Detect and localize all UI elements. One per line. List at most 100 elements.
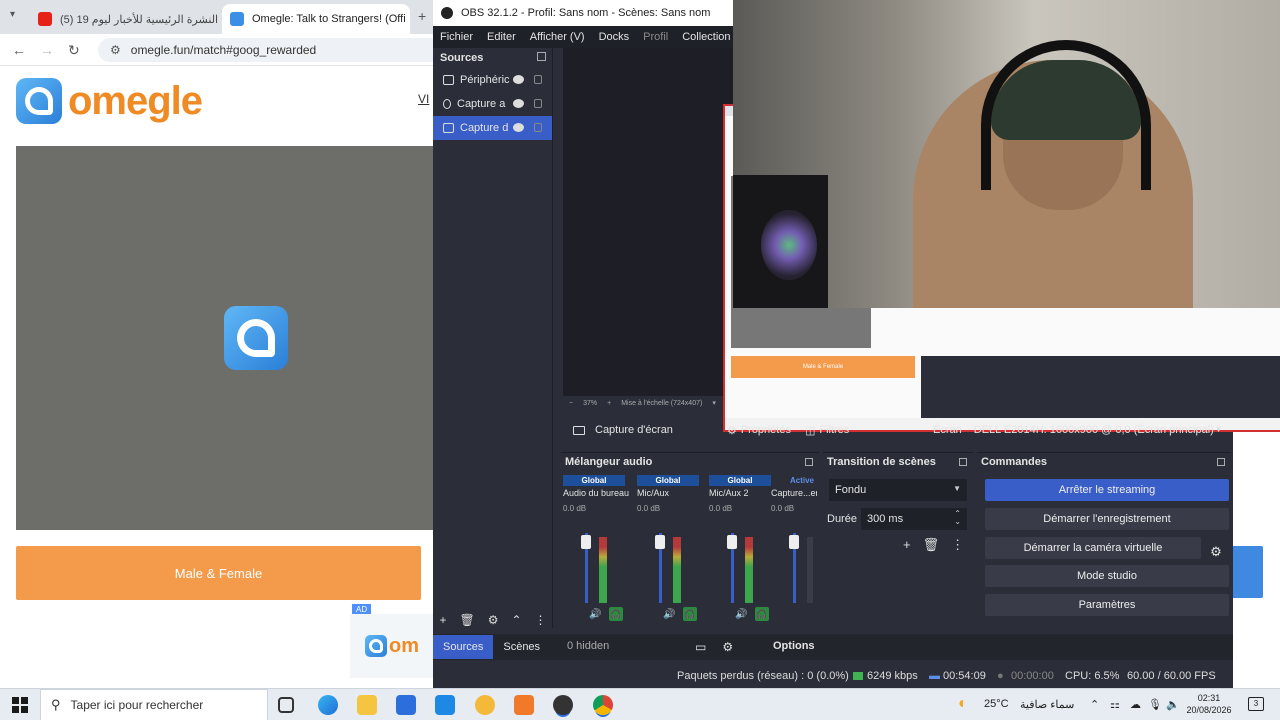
menu-editer[interactable]: Editer <box>480 31 523 43</box>
track-name[interactable]: Capture...er <box>771 488 817 498</box>
source-item-audio[interactable]: Capture a <box>433 92 552 116</box>
taskbar-search[interactable]: ⚲ Taper ici pour rechercher <box>40 689 268 720</box>
fader-knob[interactable] <box>727 535 737 549</box>
remove-transition-icon[interactable]: 🗑 <box>923 537 940 553</box>
file-explorer-icon[interactable] <box>357 695 377 715</box>
fader-knob[interactable] <box>581 535 591 549</box>
back-arrow-icon[interactable]: ← <box>12 42 26 58</box>
transition-type-select[interactable]: Fondu ▼ <box>829 479 967 501</box>
add-source-icon[interactable]: + <box>439 613 446 627</box>
tab-sources[interactable]: Sources <box>433 635 494 659</box>
source-label: Capture d <box>460 122 509 134</box>
notification-center-icon[interactable]: 3 <box>1248 697 1264 711</box>
undock-icon[interactable] <box>959 458 967 466</box>
add-transition-icon[interactable]: + <box>903 537 911 553</box>
lock-icon[interactable] <box>534 99 542 108</box>
stepper-arrows-icon[interactable]: ⌃ ⌄ <box>954 510 961 526</box>
weather-temp[interactable]: 25°C <box>984 698 1009 710</box>
move-up-icon[interactable]: ⌃ <box>511 613 521 627</box>
menu-docks[interactable]: Docks <box>592 31 637 43</box>
browser-tab-news[interactable]: (5) النشرة الرئيسية للأخبار ليوم 19 ✕ <box>30 4 218 34</box>
mixer-layout-icon[interactable]: ▭ <box>695 640 706 654</box>
cloud-icon[interactable]: ☁ <box>1130 698 1141 711</box>
headphones-icon[interactable]: 🎧 <box>683 607 697 621</box>
app-yellow-icon[interactable] <box>475 695 495 715</box>
tab-scenes[interactable]: Scènes <box>493 635 550 659</box>
edge-icon[interactable] <box>318 695 338 715</box>
windows-start-icon[interactable] <box>12 697 28 713</box>
start-virtual-camera-button[interactable]: Démarrer la caméra virtuelle <box>985 537 1201 559</box>
menu-profil[interactable]: Profil <box>636 31 675 43</box>
windows-taskbar: ⚲ Taper ici pour rechercher ◐ 25°C سماء … <box>0 688 1280 720</box>
level-meter <box>807 537 813 603</box>
headphones-icon[interactable]: 🎧 <box>755 607 769 621</box>
source-item-screen[interactable]: Capture d <box>433 116 552 140</box>
chevron-up-icon[interactable]: ⌃ <box>1090 698 1099 711</box>
undock-icon[interactable] <box>537 52 546 61</box>
undock-icon[interactable] <box>805 458 813 466</box>
studio-mode-button[interactable]: Mode studio <box>985 565 1229 587</box>
scale-mode-select[interactable]: Mise à l'échelle (724x407) <box>621 400 702 407</box>
speaker-icon[interactable]: 🔊 <box>589 609 601 620</box>
lock-icon[interactable] <box>534 123 542 132</box>
settings-button[interactable]: Paramètres <box>985 594 1229 616</box>
visibility-eye-icon[interactable] <box>513 99 524 108</box>
track-name[interactable]: Mic/Aux <box>637 488 709 498</box>
speaker-icon[interactable]: 🔊 <box>663 609 675 620</box>
zoom-level: 37% <box>583 399 598 407</box>
fader-knob[interactable] <box>789 535 799 549</box>
zoom-in-icon[interactable]: + <box>607 400 611 407</box>
app-orange-icon[interactable] <box>514 695 534 715</box>
browser-tab-omegle[interactable]: Omegle: Talk to Strangers! (Offi ✕ <box>222 4 410 34</box>
transition-tools: + 🗑 ⋮ <box>903 537 964 553</box>
ad-banner[interactable]: om <box>350 614 434 678</box>
visibility-eye-icon[interactable] <box>513 123 524 132</box>
webcam-video <box>733 0 1280 308</box>
menu-afficher[interactable]: Afficher (V) <box>523 31 592 43</box>
tab-search-icon[interactable]: ▾ <box>10 9 15 20</box>
system-clock[interactable]: 02:31 20/08/2026 <box>1186 692 1232 716</box>
chevron-down-icon[interactable]: ▾ <box>712 399 716 407</box>
site-settings-icon[interactable]: ⚙ <box>110 43 121 57</box>
male-female-button[interactable]: Male & Female <box>16 546 421 600</box>
source-item-camera[interactable]: Périphéric <box>433 68 552 92</box>
app-blue-icon[interactable] <box>435 695 455 715</box>
chrome-taskbar-icon[interactable] <box>593 695 613 715</box>
source-settings-gear-icon[interactable]: ⚙ <box>488 613 499 627</box>
mixer-settings-gear-icon[interactable]: ⚙ <box>722 640 733 654</box>
properties-button[interactable]: ⚙ Propriétés <box>727 424 791 437</box>
zoom-out-icon[interactable]: − <box>569 400 573 407</box>
omegle-logo[interactable]: omegle <box>16 78 203 124</box>
speaker-tray-icon[interactable]: 🔈 <box>1166 698 1180 711</box>
more-options-icon[interactable]: ⋮ <box>535 613 547 627</box>
reload-icon[interactable]: ↻ <box>68 42 80 59</box>
microphone-tray-icon[interactable]: 🎙 <box>1148 698 1162 711</box>
remove-source-icon[interactable]: 🗑 <box>459 613 474 627</box>
screen-selector[interactable]: Écran DELL E2014H: 1600x900 @ 0,0 (Écran… <box>933 418 1229 442</box>
obs-taskbar-icon[interactable] <box>553 695 573 715</box>
new-tab-button[interactable]: + <box>418 8 426 24</box>
store-icon[interactable] <box>396 695 416 715</box>
weather-icon[interactable]: ◐ <box>958 695 968 713</box>
track-name[interactable]: Audio du bureau <box>563 488 635 498</box>
nav-link-video[interactable]: VI <box>418 92 429 106</box>
visibility-eye-icon[interactable] <box>513 75 524 84</box>
more-options-icon[interactable]: ⋮ <box>951 537 964 553</box>
weather-desc[interactable]: سماء صافية <box>1020 698 1074 711</box>
fader-knob[interactable] <box>655 535 665 549</box>
task-view-icon[interactable] <box>278 697 294 713</box>
duration-stepper[interactable]: 300 ms ⌃ ⌄ <box>861 508 967 530</box>
options-dropdown[interactable]: Options <box>773 640 815 652</box>
lock-icon[interactable] <box>534 75 542 84</box>
forward-arrow-icon[interactable]: → <box>40 42 54 58</box>
speaker-icon[interactable]: 🔊 <box>735 609 747 620</box>
filters-button[interactable]: ◫ Filtres <box>805 424 849 437</box>
start-recording-button[interactable]: Démarrer l'enregistrement <box>985 508 1229 530</box>
stop-streaming-button[interactable]: Arrêter le streaming <box>985 479 1229 501</box>
headphones-icon[interactable]: 🎧 <box>609 607 623 621</box>
undock-icon[interactable] <box>1217 458 1225 466</box>
menu-fichier[interactable]: Fichier <box>433 31 480 43</box>
chevron-down-icon[interactable]: ▼ <box>1214 424 1223 434</box>
network-icon[interactable]: ⚏ <box>1110 698 1120 711</box>
virtual-camera-settings-gear-icon[interactable]: ⚙ <box>1205 541 1227 563</box>
